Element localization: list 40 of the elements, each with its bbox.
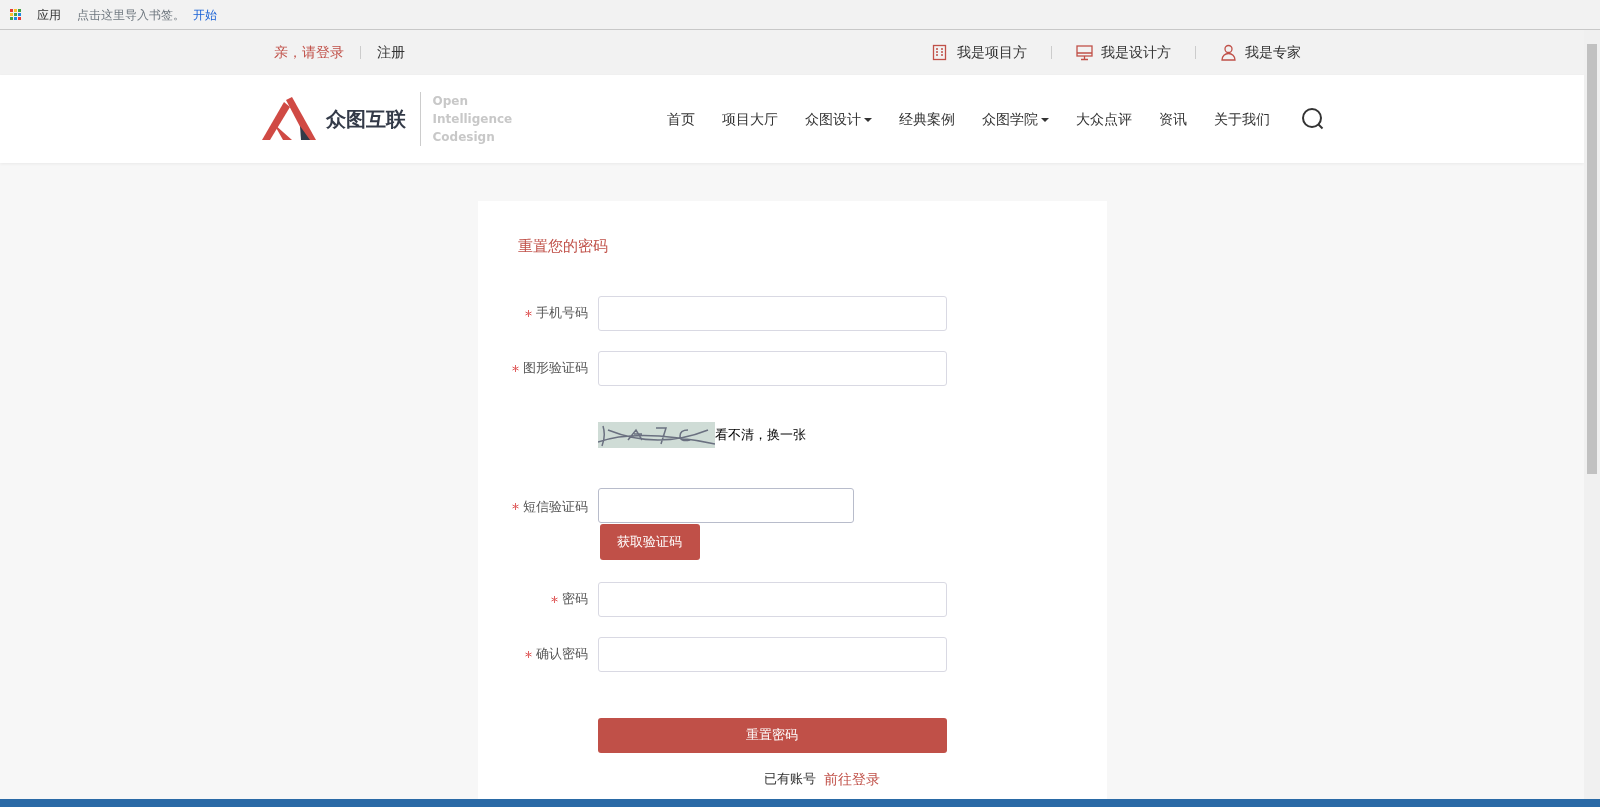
apps-icon [10,9,21,20]
nav-link[interactable]: 关于我们 [1213,108,1270,130]
reset-password-button[interactable]: 重置密码 [597,717,947,753]
nav-link[interactable]: 首页 [666,108,695,130]
nav-link[interactable]: 众图设计 [804,108,872,130]
field-label: 短信验证码 [477,487,598,516]
register-link[interactable]: 注册 [376,42,405,63]
bookmark-hint: 点击这里导入书签。 [77,6,185,24]
refresh-captcha-link[interactable]: 看不清，换一张 [714,424,806,445]
apps-label[interactable]: 应用 [37,5,61,24]
role-link[interactable]: 我是项目方 [931,42,1027,63]
field-label: 密码 [477,589,598,609]
field-label: 手机号码 [477,303,598,323]
monitor-icon [1075,44,1093,61]
go-login-link[interactable]: 前往登录 [824,768,880,789]
get-code-button[interactable]: 获取验证码 [599,523,700,560]
bookmark-link[interactable]: 开始 [193,5,217,24]
account-question: 已有账号 [764,769,816,788]
role-link[interactable]: 我是设计方 [1075,42,1171,63]
input-field[interactable] [597,581,947,617]
nav-link[interactable]: 大众点评 [1075,108,1132,130]
person-icon [1219,44,1237,61]
scrollbar[interactable] [1584,30,1600,799]
input-field[interactable] [597,350,947,386]
input-field[interactable] [597,636,947,672]
login-link[interactable]: 亲，请登录 [273,42,344,63]
building-icon [931,44,949,61]
input-field[interactable] [597,487,854,523]
field-label: 确认密码 [477,644,598,664]
input-field[interactable] [597,295,947,331]
field-label: 图形验证码 [477,358,598,378]
logo-text: 众图互联 [325,106,406,133]
search-icon [1300,107,1325,131]
nav-link[interactable]: 众图学院 [981,108,1049,130]
role-link[interactable]: 我是专家 [1219,42,1301,63]
nav-link[interactable]: 资讯 [1158,108,1187,130]
nav-link[interactable]: 经典案例 [898,108,955,130]
search-button[interactable] [1300,107,1325,131]
form-title: 重置您的密码 [517,236,609,257]
nav-link[interactable]: 项目大厅 [721,108,778,130]
